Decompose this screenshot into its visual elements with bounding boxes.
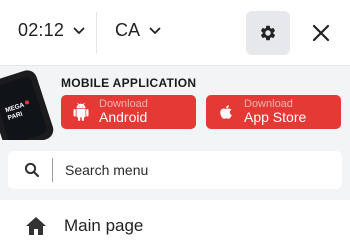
apple-icon <box>216 102 236 122</box>
gear-icon <box>260 25 276 41</box>
chevron-down-icon <box>73 27 85 34</box>
home-icon <box>24 214 48 238</box>
region-select[interactable]: CA <box>115 20 162 41</box>
close-icon <box>312 24 330 42</box>
menu-item-main-page[interactable]: Main page <box>0 204 350 248</box>
settings-button[interactable] <box>246 11 290 55</box>
android-icon <box>71 102 91 122</box>
region-value: CA <box>115 20 141 40</box>
menu-item-label: Main page <box>64 216 144 235</box>
search-separator <box>52 158 53 182</box>
search-input[interactable] <box>65 162 305 178</box>
download-appstore-button[interactable]: Download App Store <box>206 95 341 129</box>
apple-store-label: App Store <box>244 109 307 126</box>
time-select[interactable]: 02:12 <box>18 20 86 41</box>
search-section <box>0 140 350 200</box>
android-store-label: Android <box>99 109 148 126</box>
close-button[interactable] <box>304 16 338 50</box>
download-android-button[interactable]: Download Android <box>61 95 196 129</box>
search-box[interactable] <box>8 151 342 189</box>
header-divider <box>96 12 97 54</box>
mobile-app-banner: MEGA PARI MOBILE APPLICATION Download An… <box>0 66 350 153</box>
chevron-down-icon <box>149 27 161 34</box>
search-icon <box>24 162 40 178</box>
promo-title: MOBILE APPLICATION <box>61 76 197 90</box>
top-bar: 02:12 CA <box>0 0 350 66</box>
time-value: 02:12 <box>18 20 65 40</box>
